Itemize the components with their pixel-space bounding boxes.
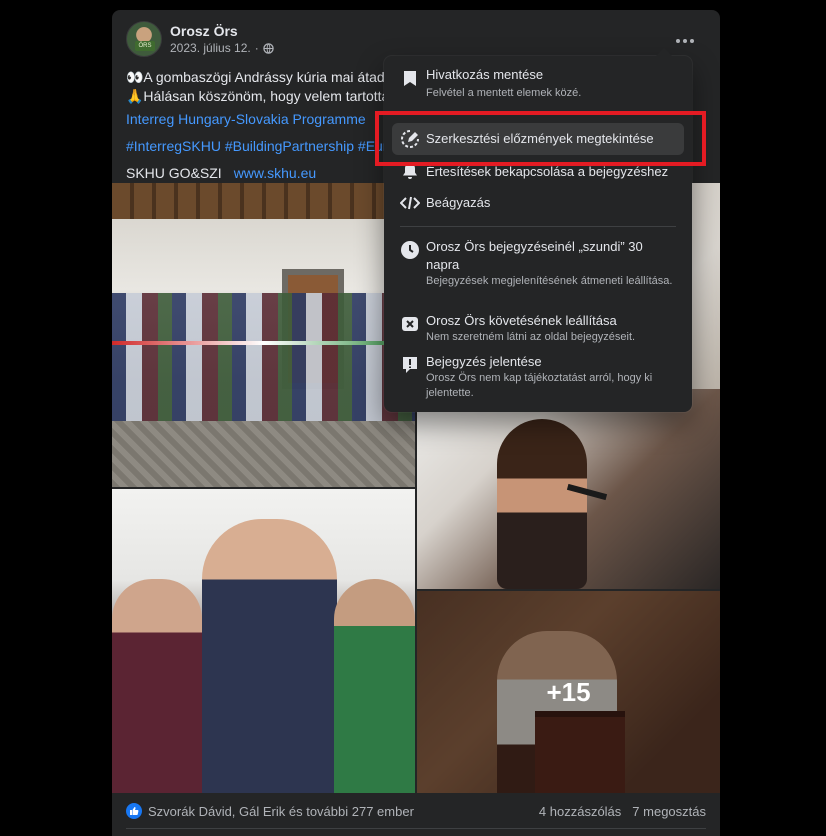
program-link[interactable]: Interreg Hungary-Slovakia Programme <box>126 111 366 127</box>
person-image-part <box>334 579 415 793</box>
more-photos-overlay[interactable]: +15 <box>417 591 720 793</box>
code-icon <box>400 193 420 213</box>
menu-item-report[interactable]: Bejegyzés jelentése Orosz Örs nem kap tá… <box>392 351 684 405</box>
report-icon <box>400 355 420 375</box>
engagement-counts: 4 hozzászólás 7 megosztás <box>539 804 706 819</box>
menu-separator <box>400 226 676 227</box>
photo-guests[interactable] <box>112 489 415 793</box>
more-photos-count: +15 <box>546 676 591 707</box>
avatar[interactable]: ÖRS <box>126 21 162 57</box>
dot-icon <box>690 39 694 43</box>
hashtag-links[interactable]: #InterregSKHU #BuildingPartnership #Euro <box>126 138 395 154</box>
like-icon <box>126 803 142 819</box>
highlight-box <box>375 111 706 166</box>
post-options-menu: Hivatkozás mentése Felvétel a mentett el… <box>384 48 692 412</box>
globe-icon <box>263 42 274 54</box>
photo-ribbon-cutting[interactable] <box>112 183 415 487</box>
menu-item-subtitle: Bejegyzések megjelenítésének átmeneti le… <box>426 275 673 287</box>
reactions-bar: Szvorák Dávid, Gál Erik és további 277 e… <box>126 801 706 825</box>
menu-item-title: Bejegyzés jelentése <box>426 354 542 369</box>
photo-speaker-woman[interactable] <box>417 389 720 589</box>
street-image-part <box>112 421 415 487</box>
post-text-line: 🙏Hálásan köszönöm, hogy velem tartottato <box>126 88 386 104</box>
crowd-image-part <box>112 293 415 433</box>
roof-image-part <box>112 183 415 219</box>
ribbon-image-part <box>112 341 415 345</box>
post-date[interactable]: 2023. július 12. <box>170 41 251 55</box>
menu-item-title: Hivatkozás mentése <box>426 67 544 82</box>
author-name[interactable]: Orosz Örs <box>170 23 238 39</box>
menu-item-save-link[interactable]: Hivatkozás mentése Felvétel a mentett el… <box>392 64 684 108</box>
menu-item-subtitle: Felvétel a mentett elemek közé. <box>426 87 582 99</box>
post-text-line: 👀A gombaszögi Andrássy kúria mai átadója <box>126 69 386 85</box>
post-meta: 2023. július 12. · <box>170 41 274 55</box>
woman-image-part <box>497 419 587 589</box>
menu-item-title: Beágyazás <box>426 195 491 210</box>
more-options-button[interactable] <box>670 29 700 53</box>
bookmark-icon <box>400 68 420 88</box>
post-header: ÖRS Orosz Örs 2023. július 12. · <box>126 21 706 61</box>
dot-icon <box>683 39 687 43</box>
menu-item-subtitle: Nem szeretném látni az oldal bejegyzései… <box>426 331 636 343</box>
skhu-url-link[interactable]: www.skhu.eu <box>234 165 316 181</box>
person-image-part <box>112 579 202 793</box>
clock-icon <box>400 240 420 260</box>
comments-count[interactable]: 4 hozzászólás <box>539 804 621 819</box>
post-links: Interreg Hungary-Slovakia Programme #Int… <box>126 106 395 187</box>
menu-item-subtitle: Orosz Örs nem kap tájékoztatást arról, h… <box>426 372 653 399</box>
menu-item-title: Orosz Örs bejegyzéseinél „szundi” 30 nap… <box>426 239 643 272</box>
skhu-label: SKHU GO&SZI <box>126 165 222 181</box>
shares-count[interactable]: 7 megosztás <box>632 804 706 819</box>
post-text: 👀A gombaszögi Andrássy kúria mai átadója… <box>126 68 386 106</box>
photo-speaker-man[interactable]: +15 <box>417 591 720 793</box>
menu-caret <box>656 48 672 56</box>
unfollow-icon <box>400 314 420 334</box>
divider <box>126 828 706 829</box>
person-image-part <box>202 519 337 793</box>
menu-item-snooze[interactable]: Orosz Örs bejegyzéseinél „szundi” 30 nap… <box>392 236 684 302</box>
menu-item-embed[interactable]: Beágyazás <box>392 189 684 217</box>
menu-item-title: Orosz Örs követésének leállítása <box>426 313 617 328</box>
dot-icon <box>676 39 680 43</box>
meta-separator: · <box>254 41 259 55</box>
menu-item-unfollow[interactable]: Orosz Örs követésének leállítása Nem sze… <box>392 310 684 348</box>
reactors-text[interactable]: Szvorák Dávid, Gál Erik és további 277 e… <box>148 804 414 819</box>
